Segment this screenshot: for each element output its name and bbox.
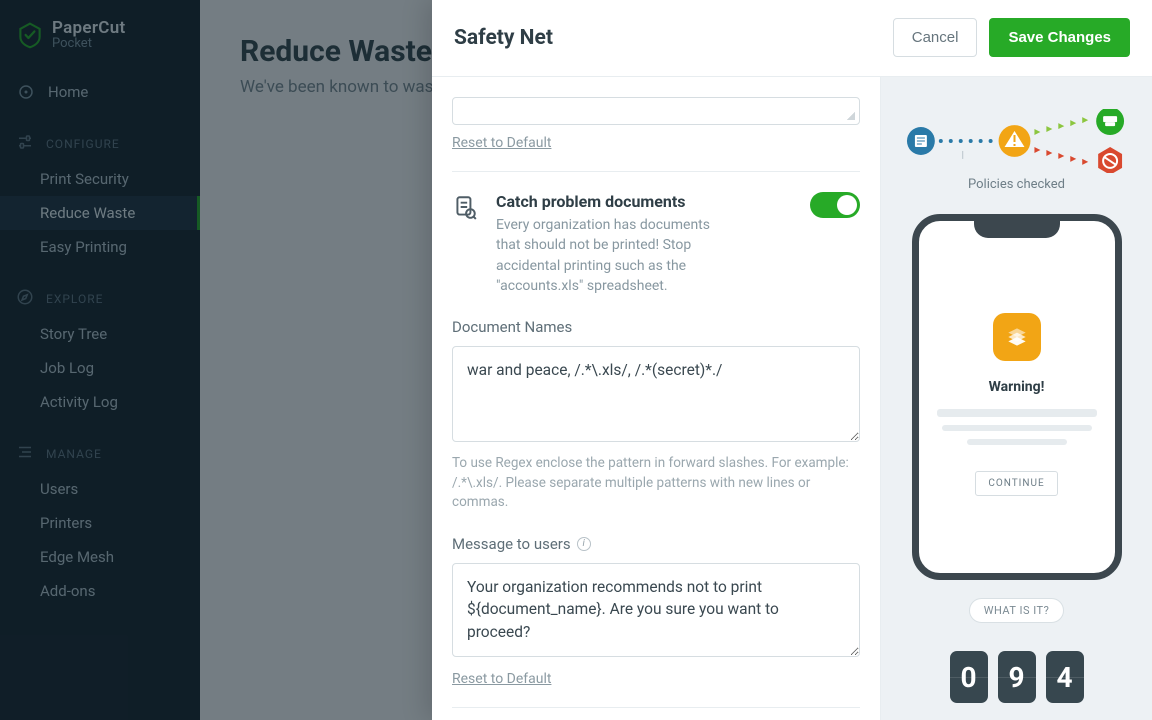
page-counter: 0 9 4 — [897, 651, 1136, 703]
flow-caption: Policies checked — [897, 177, 1136, 192]
msg-to-users-label: Message to users — [452, 535, 571, 553]
info-icon[interactable]: i — [577, 537, 591, 551]
doc-names-hint: To use Regex enclose the pattern in forw… — [452, 454, 860, 513]
catch-docs-desc: Every organization has documents that sh… — [496, 215, 736, 296]
counter-digit: 9 — [998, 651, 1036, 703]
skeleton-line — [942, 425, 1092, 431]
save-changes-button[interactable]: Save Changes — [989, 18, 1130, 57]
phone-notch — [974, 220, 1060, 238]
reset-to-default-link-2[interactable]: Reset to Default — [452, 671, 551, 687]
section-catch-problem-documents: Catch problem documents Every organizati… — [452, 171, 860, 687]
section-catch-paper-sizes: Catch uncommon paper sizes Does the inco… — [452, 707, 860, 720]
phone-continue-button[interactable]: CONTINUE — [975, 471, 1057, 496]
warning-tile-icon — [993, 313, 1041, 361]
counter-digit: 4 — [1046, 651, 1084, 703]
phone-title: Warning! — [937, 379, 1097, 395]
counter-digit: 0 — [950, 651, 988, 703]
modal-title: Safety Net — [454, 26, 553, 50]
catch-docs-toggle[interactable] — [810, 192, 860, 218]
modal-header: Safety Net Cancel Save Changes — [432, 0, 1152, 76]
skeleton-line — [937, 409, 1097, 417]
policy-flow-diagram — [897, 109, 1136, 173]
what-is-it-chip[interactable]: WHAT IS IT? — [969, 598, 1065, 623]
cancel-button[interactable]: Cancel — [893, 18, 978, 57]
reset-to-default-link-1[interactable]: Reset to Default — [452, 135, 551, 151]
catch-docs-title: Catch problem documents — [496, 192, 794, 211]
previous-message-textarea-tail[interactable] — [452, 97, 860, 125]
document-scan-icon — [452, 194, 480, 224]
modal-form-column: Reset to Default Catch problem documents — [432, 76, 880, 720]
message-to-users-textarea[interactable] — [452, 563, 860, 657]
doc-names-label: Document Names — [452, 318, 860, 336]
modal-preview-column: Policies checked Warning! CONTINUE WHAT … — [880, 76, 1152, 720]
skeleton-line — [967, 439, 1067, 445]
phone-preview: Warning! CONTINUE — [912, 214, 1122, 580]
settings-modal: Safety Net Cancel Save Changes Reset to … — [432, 0, 1152, 720]
document-names-textarea[interactable] — [452, 346, 860, 442]
